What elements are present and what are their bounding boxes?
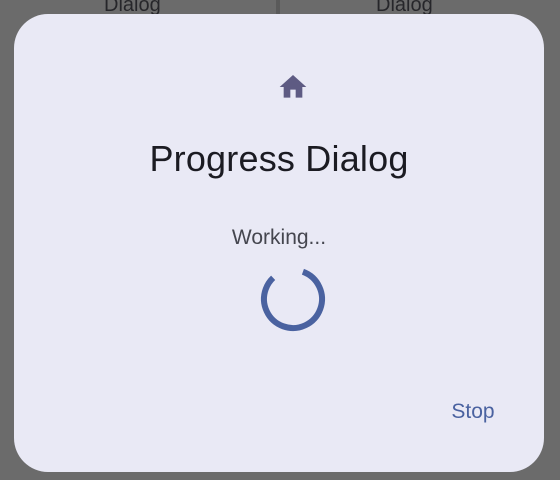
dialog-title: Progress Dialog — [149, 138, 409, 179]
progress-dialog: Progress Dialog Working... Stop — [14, 14, 544, 472]
progress-message: Working... — [231, 226, 327, 249]
stop-button[interactable]: Stop — [438, 394, 508, 430]
progress-spinner — [258, 264, 328, 334]
background-divider — [276, 0, 280, 14]
home-icon — [277, 71, 309, 103]
